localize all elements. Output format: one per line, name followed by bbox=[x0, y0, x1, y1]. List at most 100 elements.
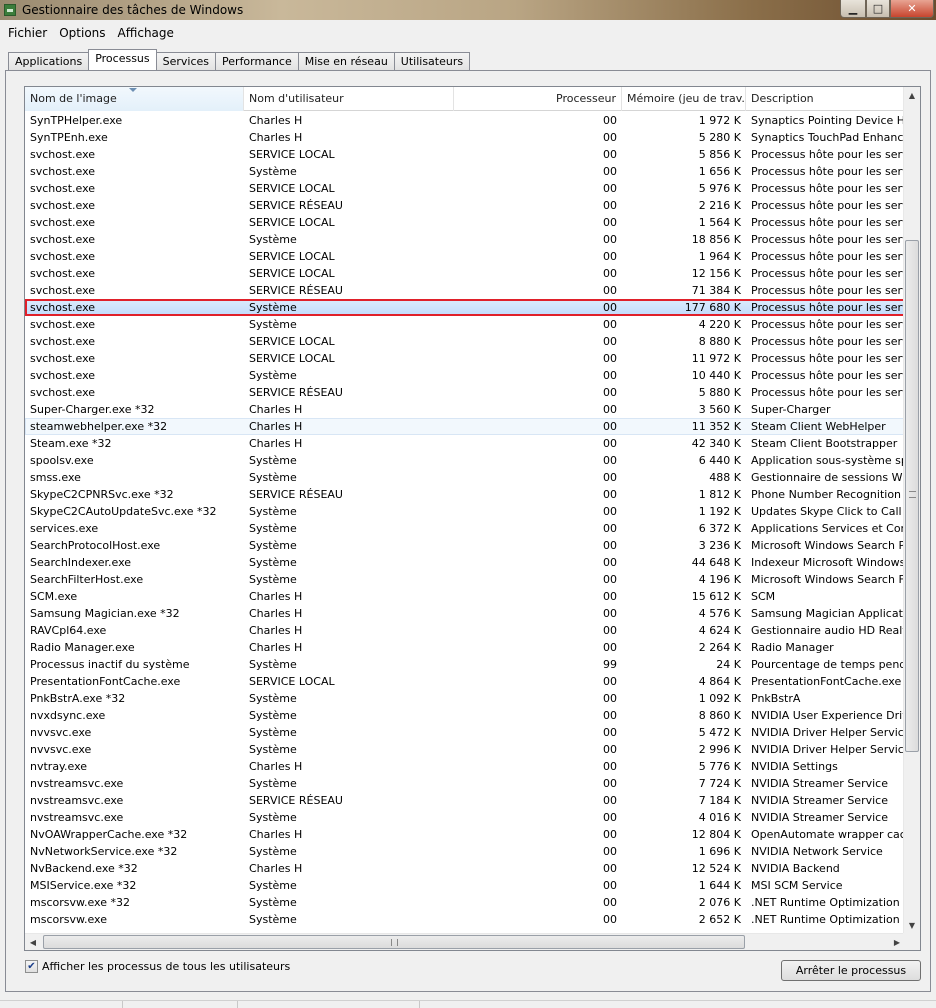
minimize-button[interactable]: ▁ bbox=[840, 0, 866, 18]
table-row[interactable]: SynTPHelper.exe Charles H 00 1 972 K Synapti… bbox=[25, 112, 905, 129]
table-row[interactable]: svchost.exe SERVICE LOCAL 00 11 972 K Proces… bbox=[25, 350, 905, 367]
table-row[interactable]: svchost.exe SERVICE RÉSEAU 00 5 880 K Proces… bbox=[25, 384, 905, 401]
row-cpu: 00 bbox=[603, 556, 617, 569]
title-bar[interactable]: Gestionnaire des tâches de Windows ▁ □ ✕ bbox=[0, 0, 936, 20]
column-memory[interactable]: Mémoire (jeu de trav... bbox=[622, 87, 746, 111]
column-header: Nom de l'image Nom d'utilisateur Process… bbox=[25, 87, 905, 111]
close-button[interactable]: ✕ bbox=[890, 0, 934, 18]
process-list[interactable]: Nom de l'image Nom d'utilisateur Process… bbox=[24, 86, 921, 951]
row-image-name: RAVCpl64.exe bbox=[30, 624, 107, 637]
row-description: Synaptics TouchPad Enhancements bbox=[751, 131, 905, 144]
table-row[interactable]: SearchFilterHost.exe Système 00 4 196 K Micr… bbox=[25, 571, 905, 588]
table-row[interactable]: services.exe Système 00 6 372 K Applications… bbox=[25, 520, 905, 537]
table-row[interactable]: svchost.exe Système 00 18 856 K Processus hô… bbox=[25, 231, 905, 248]
table-row[interactable]: MSIService.exe *32 Système 00 1 644 K MSI SC… bbox=[25, 877, 905, 894]
row-user-name: SERVICE LOCAL bbox=[249, 182, 335, 195]
table-row[interactable]: SearchProtocolHost.exe Système 00 3 236 K Mi… bbox=[25, 537, 905, 554]
table-row[interactable]: Steam.exe *32 Charles H 00 42 340 K Steam Cl… bbox=[25, 435, 905, 452]
vertical-scrollbar[interactable]: ▲ ▼ bbox=[903, 87, 920, 934]
table-row[interactable]: nvstreamsvc.exe Système 00 7 724 K NVIDIA St… bbox=[25, 775, 905, 792]
table-row[interactable]: svchost.exe SERVICE LOCAL 00 8 880 K Process… bbox=[25, 333, 905, 350]
end-process-button[interactable]: Arrêter le processus bbox=[781, 960, 921, 981]
row-image-name: Radio Manager.exe bbox=[30, 641, 135, 654]
show-all-processes-checkbox[interactable]: ✔ bbox=[25, 960, 38, 973]
tab-processus[interactable]: Processus bbox=[88, 49, 157, 70]
table-row[interactable]: Samsung Magician.exe *32 Charles H 00 4 576… bbox=[25, 605, 905, 622]
table-row[interactable]: SynTPEnh.exe Charles H 00 5 280 K Synaptics … bbox=[25, 129, 905, 146]
tab-applications[interactable]: Applications bbox=[8, 52, 90, 70]
row-description: Pourcentage de temps pendant bbox=[751, 658, 905, 671]
table-row[interactable]: svchost.exe SERVICE LOCAL 00 12 156 K Proces… bbox=[25, 265, 905, 282]
row-image-name: nvvsvc.exe bbox=[30, 726, 92, 739]
row-description: Processus hôte pour les services bbox=[751, 318, 905, 331]
table-row[interactable]: mscorsvw.exe Système 00 2 652 K .NET Runtime… bbox=[25, 911, 905, 928]
scroll-down-button[interactable]: ▼ bbox=[904, 917, 920, 934]
table-row[interactable]: RAVCpl64.exe Charles H 00 4 624 K Gestionnai… bbox=[25, 622, 905, 639]
column-image-name[interactable]: Nom de l'image bbox=[25, 87, 244, 111]
row-cpu: 00 bbox=[603, 743, 617, 756]
row-user-name: Charles H bbox=[249, 862, 303, 875]
table-row[interactable]: svchost.exe SERVICE LOCAL 00 1 964 K Process… bbox=[25, 248, 905, 265]
table-row[interactable]: NvNetworkService.exe *32 Système 00 1 696 K… bbox=[25, 843, 905, 860]
tab-mise-en-reseau[interactable]: Mise en réseau bbox=[297, 52, 395, 70]
table-row[interactable]: SkypeC2CPNRSvc.exe *32 SERVICE RÉSEAU 00 1 … bbox=[25, 486, 905, 503]
table-row[interactable]: NvOAWrapperCache.exe *32 Charles H 00 12 80… bbox=[25, 826, 905, 843]
table-row[interactable]: steamwebhelper.exe *32 Charles H 00 11 352 … bbox=[25, 418, 905, 435]
row-description: .NET Runtime Optimization Service bbox=[751, 896, 905, 909]
table-row[interactable]: nvstreamsvc.exe Système 00 4 016 K NVIDIA St… bbox=[25, 809, 905, 826]
table-row[interactable]: NvBackend.exe *32 Charles H 00 12 524 K NVID… bbox=[25, 860, 905, 877]
table-row[interactable]: Processus inactif du système Système 99 24 … bbox=[25, 656, 905, 673]
table-row[interactable]: spoolsv.exe Système 00 6 440 K Application s… bbox=[25, 452, 905, 469]
table-row[interactable]: SearchIndexer.exe Système 00 44 648 K Indexe… bbox=[25, 554, 905, 571]
table-row[interactable]: PnkBstrA.exe *32 Système 00 1 092 K PnkBstrA bbox=[25, 690, 905, 707]
column-description[interactable]: Description bbox=[746, 87, 905, 111]
table-row[interactable]: svchost.exe SERVICE LOCAL 00 5 856 K Process… bbox=[25, 146, 905, 163]
column-cpu[interactable]: Processeur bbox=[454, 87, 622, 111]
row-cpu: 00 bbox=[603, 896, 617, 909]
row-memory: 1 972 K bbox=[698, 114, 741, 127]
menu-options[interactable]: Options bbox=[53, 22, 111, 44]
table-row[interactable]: nvvsvc.exe Système 00 5 472 K NVIDIA Driver … bbox=[25, 724, 905, 741]
table-row[interactable]: nvstreamsvc.exe SERVICE RÉSEAU 00 7 184 K NV… bbox=[25, 792, 905, 809]
table-row[interactable]: smss.exe Système 00 488 K Gestionnaire de se… bbox=[25, 469, 905, 486]
table-row[interactable]: mscorsvw.exe *32 Système 00 2 076 K .NET Run… bbox=[25, 894, 905, 911]
row-memory: 2 652 K bbox=[698, 913, 741, 926]
menu-affichage[interactable]: Affichage bbox=[112, 22, 180, 44]
row-description: Processus hôte pour les services bbox=[751, 301, 905, 314]
vertical-scroll-thumb[interactable] bbox=[905, 240, 919, 752]
table-row[interactable]: svchost.exe SERVICE LOCAL 00 5 976 K Process… bbox=[25, 180, 905, 197]
row-memory: 4 576 K bbox=[698, 607, 741, 620]
row-user-name: Charles H bbox=[249, 590, 303, 603]
row-cpu: 00 bbox=[603, 471, 617, 484]
tab-performance[interactable]: Performance bbox=[215, 52, 299, 70]
table-row[interactable]: PresentationFontCache.exe SERVICE LOCAL 00… bbox=[25, 673, 905, 690]
table-row[interactable]: svchost.exe Système 00 10 440 K Processus hô… bbox=[25, 367, 905, 384]
horizontal-scroll-thumb[interactable] bbox=[43, 935, 745, 949]
table-row[interactable]: nvtray.exe Charles H 00 5 776 K NVIDIA Setti… bbox=[25, 758, 905, 775]
column-user-name[interactable]: Nom d'utilisateur bbox=[244, 87, 454, 111]
table-row[interactable]: SkypeC2CAutoUpdateSvc.exe *32 Système 00 1 … bbox=[25, 503, 905, 520]
table-row[interactable]: svchost.exe Système 00 177 680 K Processus h… bbox=[25, 299, 905, 316]
table-row[interactable]: Radio Manager.exe Charles H 00 2 264 K Radio… bbox=[25, 639, 905, 656]
table-row[interactable]: SCM.exe Charles H 00 15 612 K SCM bbox=[25, 588, 905, 605]
table-row[interactable]: svchost.exe SERVICE RÉSEAU 00 2 216 K Proces… bbox=[25, 197, 905, 214]
table-row[interactable]: svchost.exe SERVICE RÉSEAU 00 71 384 K Proce… bbox=[25, 282, 905, 299]
horizontal-scrollbar[interactable]: ◀ ▶ bbox=[25, 933, 905, 950]
table-row[interactable]: nvxdsync.exe Système 00 8 860 K NVIDIA User … bbox=[25, 707, 905, 724]
scroll-up-button[interactable]: ▲ bbox=[904, 87, 920, 104]
scroll-left-button[interactable]: ◀ bbox=[25, 934, 41, 950]
row-user-name: Système bbox=[249, 301, 297, 314]
menu-fichier[interactable]: Fichier bbox=[2, 22, 53, 44]
table-row[interactable]: svchost.exe SERVICE LOCAL 00 1 564 K Process… bbox=[25, 214, 905, 231]
row-user-name: Système bbox=[249, 845, 297, 858]
table-row[interactable]: nvvsvc.exe Système 00 2 996 K NVIDIA Driver … bbox=[25, 741, 905, 758]
row-cpu: 00 bbox=[603, 318, 617, 331]
table-row[interactable]: Super-Charger.exe *32 Charles H 00 3 560 K S… bbox=[25, 401, 905, 418]
tab-utilisateurs[interactable]: Utilisateurs bbox=[393, 52, 471, 70]
table-row[interactable]: svchost.exe Système 00 1 656 K Processus hôt… bbox=[25, 163, 905, 180]
row-cpu: 00 bbox=[603, 505, 617, 518]
tab-services[interactable]: Services bbox=[155, 52, 217, 70]
maximize-button[interactable]: □ bbox=[866, 0, 890, 18]
show-all-processes[interactable]: ✔ Afficher les processus de tous les uti… bbox=[25, 960, 290, 973]
table-row[interactable]: svchost.exe Système 00 4 220 K Processus hôt… bbox=[25, 316, 905, 333]
